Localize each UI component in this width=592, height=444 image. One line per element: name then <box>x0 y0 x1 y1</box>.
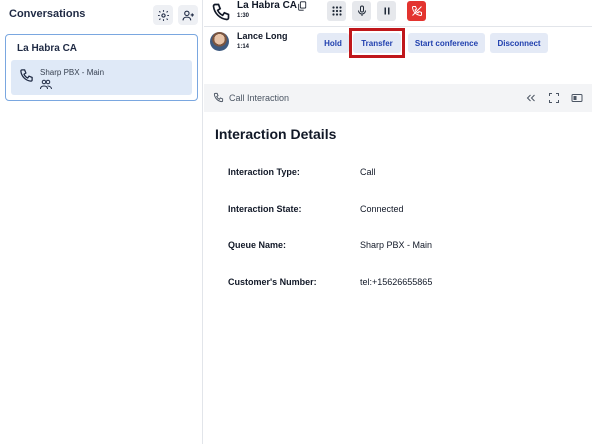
start-conference-button[interactable]: Start conference <box>408 33 485 53</box>
interaction-type-label: Interaction Type: <box>228 167 300 177</box>
customer-number-label: Customer's Number: <box>228 277 317 287</box>
microphone-icon <box>357 5 366 16</box>
call-duration: 1:30 <box>237 13 250 19</box>
queue-name-label: Queue Name: <box>228 240 287 250</box>
gear-icon <box>157 9 169 21</box>
phone-icon <box>20 69 33 82</box>
avatar <box>210 32 229 51</box>
settings-button[interactable] <box>153 5 173 25</box>
pause-button[interactable] <box>377 1 396 21</box>
conversations-header: Conversations <box>0 0 202 30</box>
conversations-title: Conversations <box>9 8 86 20</box>
participant-name: Lance Long <box>237 31 288 41</box>
interaction-details: Interaction Details Interaction Type: Ca… <box>204 113 592 444</box>
queue-name-value: Sharp PBX - Main <box>360 240 433 250</box>
hang-up-button[interactable] <box>407 1 426 21</box>
conversation-item-label: Sharp PBX - Main <box>40 68 105 77</box>
add-contact-button[interactable] <box>178 5 198 25</box>
interaction-state-value: Connected <box>360 204 404 214</box>
expand-icon[interactable] <box>548 92 560 104</box>
interaction-type-value: Call <box>360 167 376 177</box>
collapse-icon[interactable] <box>525 92 537 104</box>
phone-icon <box>212 3 230 21</box>
dialpad-button[interactable] <box>327 1 346 21</box>
pause-icon <box>384 7 389 15</box>
call-interaction-header: Call Interaction <box>204 84 592 112</box>
panel-toggle-icon[interactable] <box>571 92 583 104</box>
mute-button[interactable] <box>352 1 371 21</box>
interaction-state-label: Interaction State: <box>228 204 302 214</box>
phone-icon <box>213 92 224 103</box>
participant-row: Lance Long 1:14 Hold Transfer Start conf… <box>204 28 592 83</box>
participant-duration: 1:14 <box>237 44 250 50</box>
call-name: La Habra CA <box>237 0 298 11</box>
hang-up-icon <box>411 6 422 17</box>
active-call-bar: La Habra CA 1:30 <box>204 0 592 27</box>
conversation-title: La Habra CA <box>17 43 78 54</box>
conversation-item[interactable]: Sharp PBX - Main <box>11 60 192 95</box>
disconnect-button[interactable]: Disconnect <box>490 33 548 53</box>
add-person-icon <box>182 10 194 20</box>
dialpad-icon <box>331 6 342 16</box>
people-icon <box>40 79 52 90</box>
details-title: Interaction Details <box>215 126 337 142</box>
copy-icon[interactable] <box>297 1 307 11</box>
conversations-panel: Conversations La Habra CA Sharp PBX - Ma… <box>0 0 203 444</box>
customer-number-value: tel:+15626655865 <box>360 277 433 287</box>
transfer-highlight <box>349 28 405 58</box>
call-interaction-label: Call Interaction <box>229 93 290 103</box>
conversation-card[interactable]: La Habra CA Sharp PBX - Main <box>5 34 198 101</box>
hold-button[interactable]: Hold <box>317 33 349 53</box>
